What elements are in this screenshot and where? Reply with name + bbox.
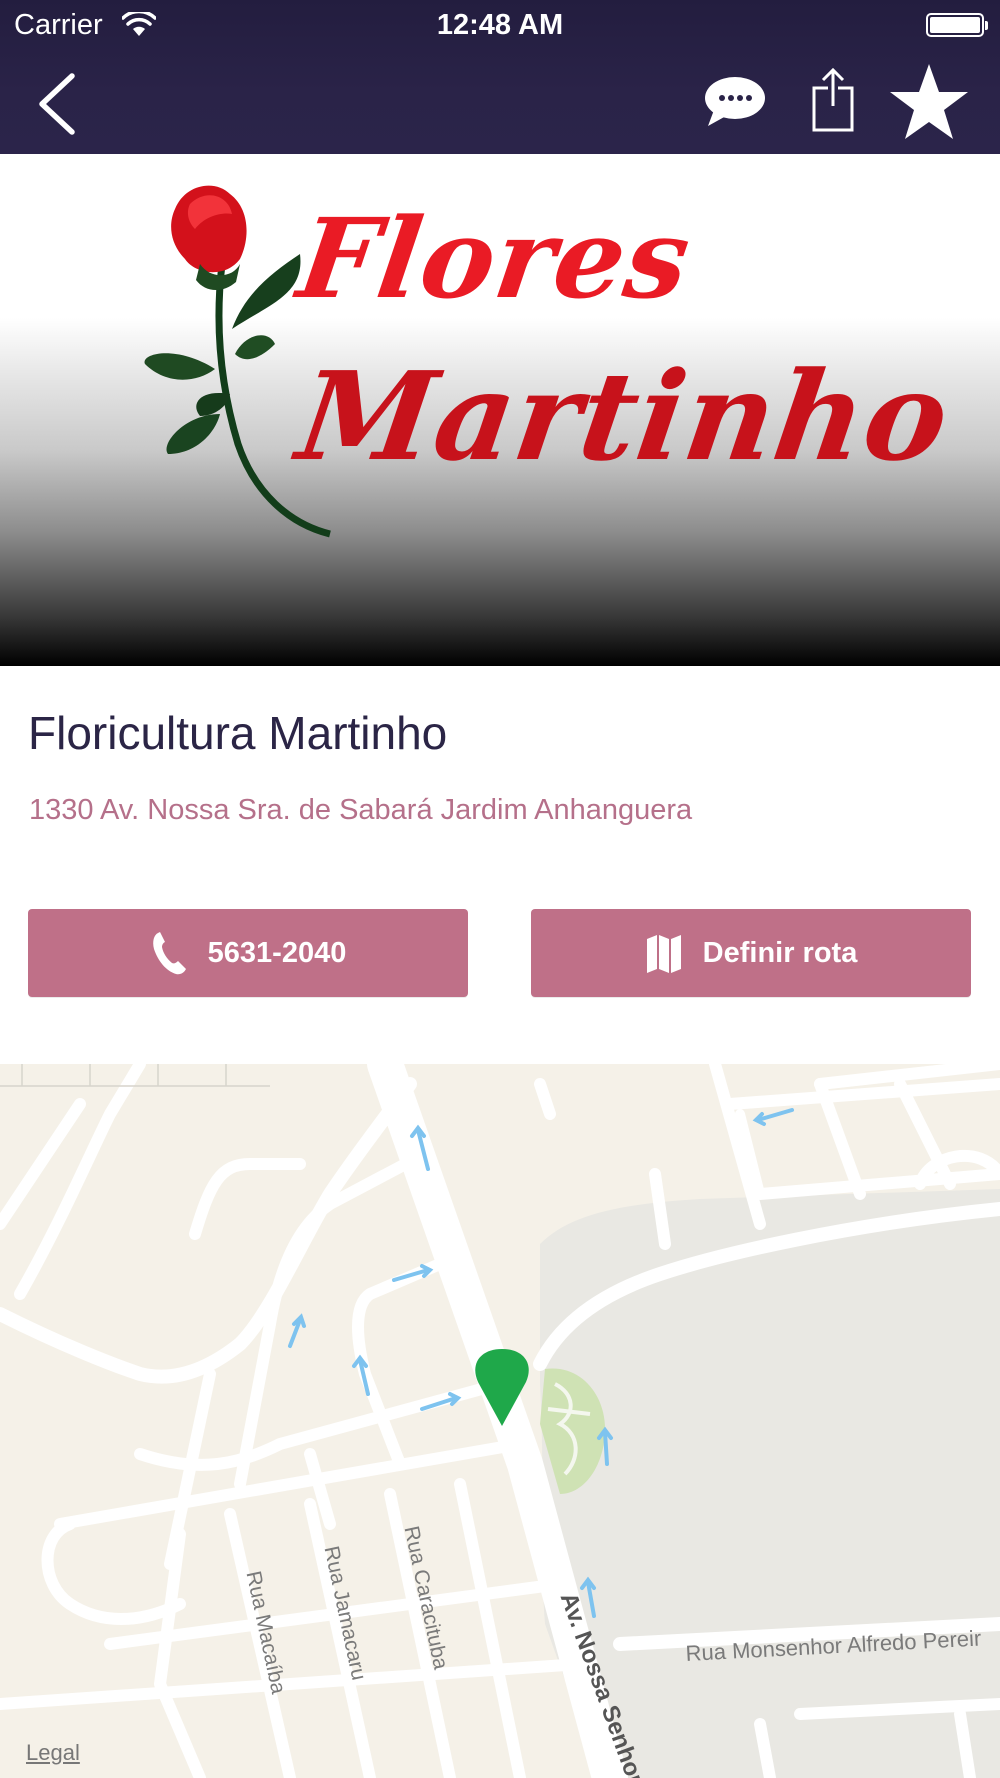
logo-text-line1: Flores (290, 194, 699, 323)
place-title: Floricultura Martinho (28, 707, 448, 759)
chevron-left-icon[interactable] (30, 68, 86, 140)
call-button[interactable]: 5631-2040 (28, 909, 468, 997)
place-details: Floricultura Martinho 1330 Av. Nossa Sra… (0, 666, 1000, 1064)
chat-bubble-icon[interactable] (702, 74, 768, 130)
map-roads (0, 1064, 1000, 1778)
status-bar: Carrier 12:48 AM (0, 0, 1000, 50)
logo-text-line2: Martinho (289, 344, 958, 488)
clock: 12:48 AM (436, 9, 564, 41)
star-icon[interactable] (888, 62, 970, 142)
place-address: 1330 Av. Nossa Sra. de Sabará Jardim Anh… (29, 794, 693, 826)
map-icon (646, 935, 681, 973)
location-map[interactable]: Rua Macaíba Rua Jamacaru Rua Caracituba … (0, 1064, 1000, 1778)
share-icon[interactable] (808, 66, 858, 134)
navigation-bar: Carrier 12:48 AM (0, 0, 1000, 154)
call-button-label: 5631-2040 (207, 936, 347, 969)
map-legal-link[interactable]: Legal (26, 1740, 80, 1766)
route-button[interactable]: Definir rota (531, 909, 971, 997)
route-button-label: Definir rota (702, 936, 858, 969)
nav-actions (0, 54, 1000, 154)
phone-icon (152, 932, 186, 975)
business-logo: Flores Martinho (0, 154, 1000, 666)
battery-icon (926, 13, 988, 37)
